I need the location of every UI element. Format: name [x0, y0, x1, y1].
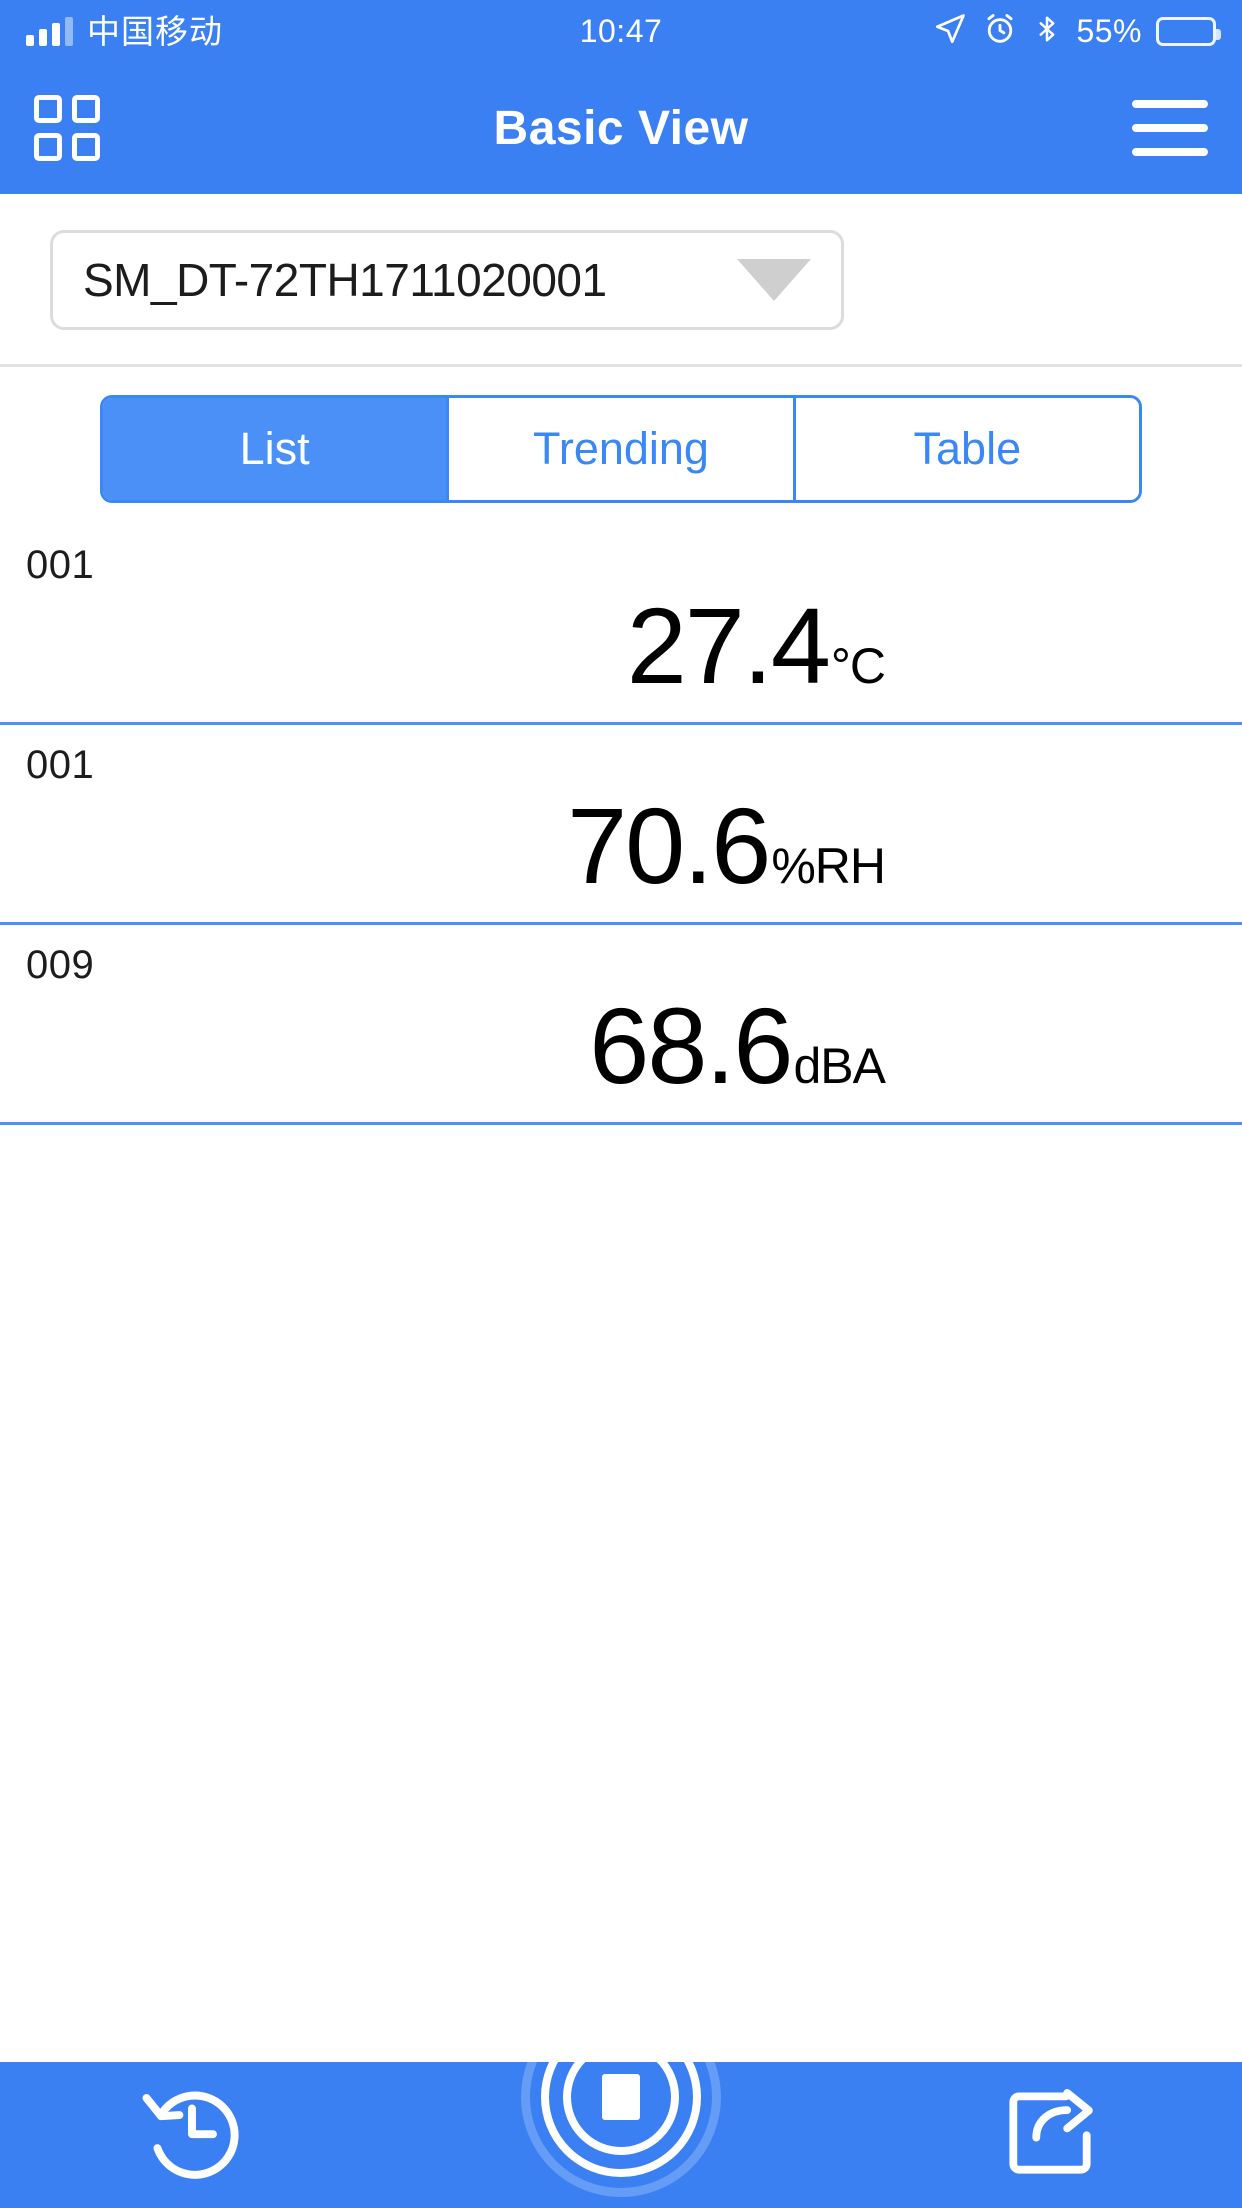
share-button[interactable]: [990, 2075, 1110, 2195]
readings-list: 001 27.4 °C 001 70.6 %RH 009 68.6 dBA: [0, 525, 1242, 1125]
list-item[interactable]: 001 70.6 %RH: [0, 725, 1242, 925]
reading-unit: dBA: [793, 1038, 886, 1094]
alarm-clock-icon: [982, 11, 1018, 52]
list-item[interactable]: 009 68.6 dBA: [0, 925, 1242, 1125]
reading-unit: %RH: [771, 838, 886, 894]
tab-trending[interactable]: Trending: [449, 398, 796, 500]
bluetooth-icon: [1032, 11, 1062, 52]
status-bar-left: 中国移动: [26, 15, 223, 48]
reading-value: 68.6: [589, 985, 793, 1106]
history-clock-icon: [136, 2077, 248, 2194]
reading-unit: °C: [830, 638, 886, 694]
reading-value: 27.4: [626, 585, 831, 706]
reading-channel-id: 009: [26, 943, 95, 987]
battery-icon: [1156, 16, 1221, 46]
chevron-down-icon: [737, 259, 811, 301]
reading-channel-id: 001: [26, 743, 95, 787]
list-item[interactable]: 001 27.4 °C: [0, 525, 1242, 725]
grid-apps-icon[interactable]: [34, 95, 100, 161]
status-bar-right: 55%: [932, 11, 1221, 52]
tab-list[interactable]: List: [103, 398, 450, 500]
history-button[interactable]: [132, 2075, 252, 2195]
reading-value-group: 68.6 dBA: [589, 985, 886, 1106]
bottom-toolbar: [0, 1997, 1242, 2208]
location-arrow-icon: [932, 11, 968, 52]
view-mode-tabs: List Trending Table: [100, 395, 1142, 503]
device-select[interactable]: SM_DT-72TH1711020001: [50, 230, 844, 330]
share-export-icon: [995, 2078, 1105, 2193]
signal-bars-icon: [26, 16, 73, 46]
carrier-label: 中国移动: [87, 12, 223, 50]
battery-percent-label: 55%: [1076, 12, 1142, 49]
nav-bar: Basic View: [0, 62, 1242, 194]
tabs-zone: List Trending Table: [0, 367, 1242, 503]
reading-value-group: 27.4 °C: [626, 585, 886, 706]
device-select-value: SM_DT-72TH1711020001: [83, 254, 607, 306]
reading-channel-id: 001: [26, 543, 95, 587]
status-bar: 中国移动 10:47 55%: [0, 0, 1242, 62]
device-select-zone: SM_DT-72TH1711020001: [0, 194, 1242, 367]
record-stop-button[interactable]: [516, 1992, 726, 2202]
page-title: Basic View: [493, 101, 749, 155]
reading-value-group: 70.6 %RH: [567, 785, 886, 906]
stop-record-button-icon: [602, 2074, 640, 2120]
reading-value: 70.6: [567, 785, 771, 906]
hamburger-menu-icon[interactable]: [1132, 100, 1208, 156]
tab-table[interactable]: Table: [795, 398, 1139, 500]
